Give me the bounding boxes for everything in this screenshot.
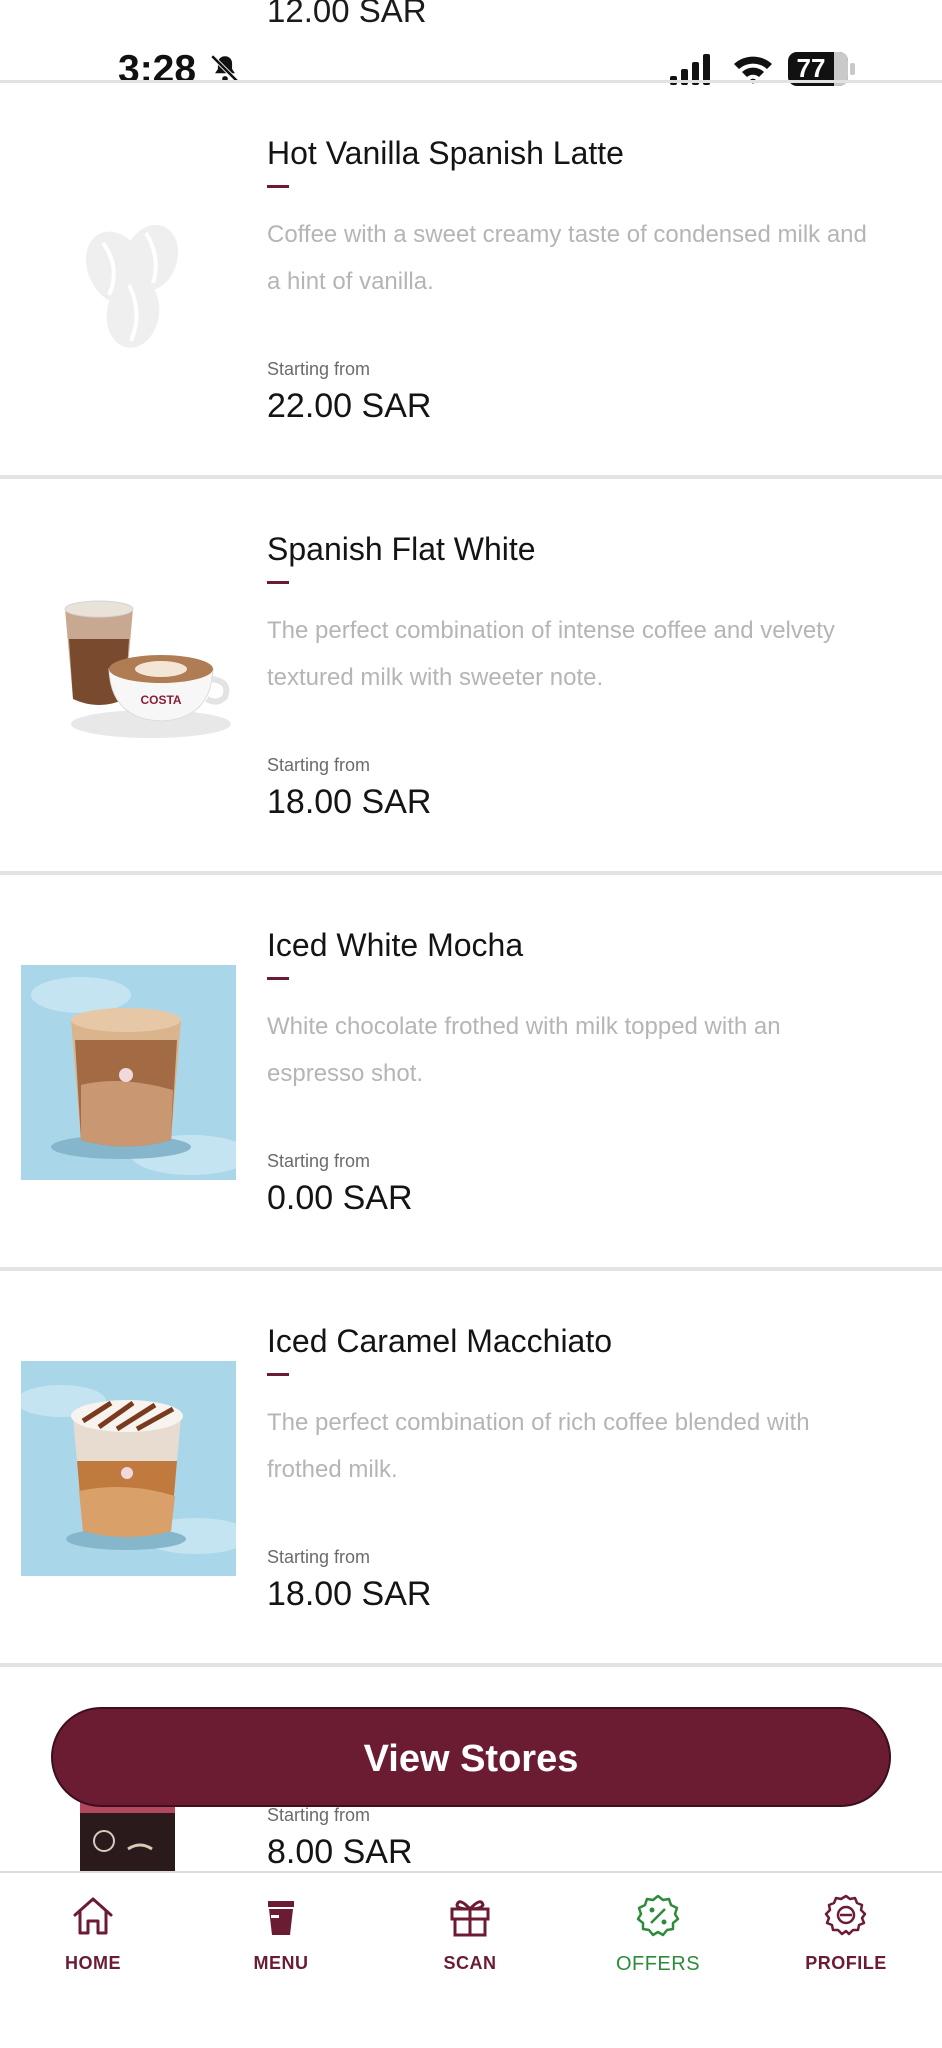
nav-home[interactable]: HOME — [13, 1891, 173, 2001]
product-name: Iced White Mocha — [267, 927, 524, 963]
status-time: 3:28 — [118, 48, 197, 91]
nav-scan[interactable]: SCAN — [390, 1891, 550, 2001]
product-item-hot-vanilla-spanish-latte[interactable]: Hot Vanilla Spanish Latte Coffee with a … — [0, 83, 942, 479]
nav-offers[interactable]: OFFERS — [578, 1891, 738, 2001]
nav-label: SCAN — [443, 1953, 497, 1973]
iced-caramel-macchiato-photo — [21, 1361, 236, 1576]
nav-label: PROFILE — [805, 1953, 887, 1973]
price-prefix: Starting from — [267, 1151, 371, 1171]
divider — [0, 80, 942, 83]
product-name: Iced Caramel Macchiato — [267, 1323, 613, 1359]
title-accent-line — [267, 185, 289, 188]
product-description: White chocolate frothed with milk topped… — [267, 1013, 781, 1087]
nav-label: MENU — [253, 1953, 309, 1973]
cup-icon — [268, 1901, 294, 1935]
flat-white-cup-photo: COSTA — [21, 569, 236, 784]
product-price: 18.00 SAR — [267, 783, 432, 821]
product-price: 8.00 SAR — [267, 1833, 413, 1871]
iced-mocha-glass-photo — [21, 965, 236, 1180]
product-name: Hot Vanilla Spanish Latte — [267, 135, 624, 171]
price-prefix: Starting from — [267, 359, 371, 379]
title-accent-line — [267, 1373, 289, 1376]
product-description: Coffee with a sweet creamy taste of cond… — [267, 221, 867, 295]
nav-label: OFFERS — [615, 1953, 701, 1975]
coffee-bean-placeholder-icon — [85, 224, 179, 348]
product-name: Spanish Flat White — [267, 531, 536, 567]
nav-menu[interactable]: MENU — [201, 1891, 361, 2001]
nav-profile[interactable]: PROFILE — [766, 1891, 926, 2001]
product-price: 0.00 SAR — [267, 1179, 413, 1217]
price-prefix: Starting from — [267, 755, 371, 775]
price-prefix: Starting from — [267, 1805, 371, 1825]
gear-icon — [824, 1894, 867, 1936]
offer-badge-icon — [636, 1894, 680, 1937]
gift-icon — [450, 1900, 490, 1937]
bottom-nav: HOME MENU SCAN OFFERS PROFILE — [0, 1871, 942, 2048]
product-description: The perfect combination of rich coffee b… — [267, 1409, 810, 1483]
price-prefix: Starting from — [267, 1547, 371, 1567]
title-accent-line — [267, 977, 289, 980]
title-accent-line — [267, 581, 289, 584]
product-item-iced-white-mocha[interactable]: Iced White Mocha White chocolate frothed… — [0, 875, 942, 1271]
product-price: 18.00 SAR — [267, 1575, 432, 1613]
cup-brand-text: COSTA — [140, 693, 181, 707]
product-item-iced-caramel-macchiato[interactable]: Iced Caramel Macchiato The perfect combi… — [0, 1271, 942, 1667]
home-icon — [73, 1897, 113, 1935]
previous-item-price: 12.00 SAR — [267, 0, 427, 29]
product-list: Hot Vanilla Spanish Latte Coffee with a … — [0, 83, 942, 1667]
product-price: 22.00 SAR — [267, 387, 432, 425]
nav-label: HOME — [65, 1953, 121, 1973]
product-description: The perfect combination of intense coffe… — [267, 617, 835, 691]
view-stores-button[interactable]: View Stores — [51, 1707, 891, 1807]
product-item-spanish-flat-white[interactable]: COSTA Spanish Flat White The perfect com… — [0, 479, 942, 875]
status-bar: 12.00 SAR 3:28 77 — [0, 0, 942, 91]
